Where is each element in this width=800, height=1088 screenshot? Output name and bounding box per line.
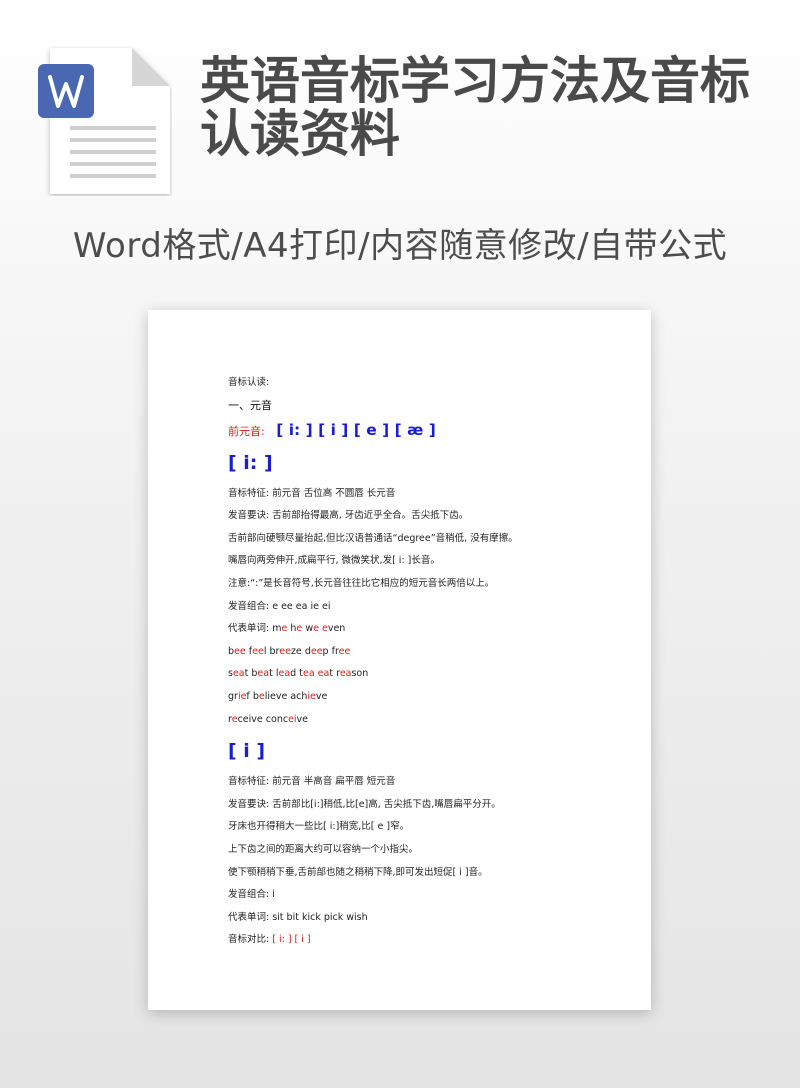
pronunciation-tip: 嘴唇向两旁伸开,成扁平行, 微微笑状,发[ i: ]长音。 — [228, 555, 440, 567]
pronunciation-tip: 使下颚稍稍下垂,舌前部也随之稍稍下降,即可发出短促[ i ]音。 — [228, 866, 488, 878]
front-vowels-row: 前元音: [ i: ] [ i ] [ e ] [ æ ] — [228, 417, 628, 443]
document-content: 音标认读: 一、元音 前元音: [ i: ] [ i ] [ e ] [ æ ]… — [228, 372, 628, 952]
pronunciation-tip: 上下齿之间的距离大约可以容纳一个小指尖。 — [228, 843, 419, 855]
front-vowels-label: 前元音: — [228, 424, 265, 438]
compare-label: 音标对比: — [228, 934, 273, 946]
pronunciation-tip: 发音要诀: 舌前部比[i:]稍低,比[e]高, 舌尖抵下齿,嘴唇扁平分开。 — [228, 798, 501, 810]
example-words: grief believe achieve — [228, 690, 328, 702]
format-subtitle: Word格式/A4打印/内容随意修改/自带公式 — [72, 226, 728, 266]
compare-row: 音标对比: [ i: ] [ i ] — [228, 929, 628, 952]
example-words-row: 代表单词: me he we even — [228, 618, 628, 641]
example-words: seat beat lead tea eat reason — [228, 668, 369, 680]
pronunciation-tip: 牙床也开得稍大一些比[ i:]稍宽,比[ e ]窄。 — [228, 821, 410, 833]
example-words: receive conceive — [228, 713, 309, 725]
phoneme-features: 音标特征: 前元音 半高音 扁平唇 短元音 — [228, 776, 396, 788]
phoneme-heading: [ i ] — [228, 740, 266, 763]
letter-combinations: 发音组合: i — [228, 889, 275, 901]
phoneme-heading: [ i: ] — [228, 451, 273, 474]
pronunciation-tip: 舌前部向硬颚尽量抬起,但比汉语普通话“degree”音稍低, 没有摩擦。 — [228, 532, 518, 544]
front-vowels-list: [ i: ] [ i ] [ e ] [ æ ] — [276, 420, 436, 439]
compare-phonemes: [ i: ] [ i ] — [272, 934, 311, 946]
example-words-label: 代表单词: — [228, 623, 273, 635]
example-words: me he we even — [272, 623, 346, 635]
section-title: 一、元音 — [228, 398, 272, 412]
example-words: bee feel breeze deep free — [228, 645, 351, 657]
document-page: 音标认读: 一、元音 前元音: [ i: ] [ i ] [ e ] [ æ ]… — [148, 310, 651, 1010]
example-words: 代表单词: sit bit kick pick wish — [228, 911, 368, 923]
doc-heading: 音标认读: — [228, 377, 270, 388]
page-title: 英语音标学习方法及音标认读资料 — [200, 52, 750, 163]
word-document-icon — [38, 48, 170, 194]
letter-combinations: 发音组合: e ee ea ie ei — [228, 600, 331, 612]
phoneme-features: 音标特征: 前元音 舌位高 不圆唇 长元音 — [228, 487, 396, 499]
length-note: 注意:“:”是长音符号,长元音往往比它相应的短元音长两倍以上。 — [228, 577, 495, 589]
pronunciation-tip: 发音要诀: 舌前部抬得最高, 牙齿近乎全合。舌尖抵下齿。 — [228, 510, 469, 522]
